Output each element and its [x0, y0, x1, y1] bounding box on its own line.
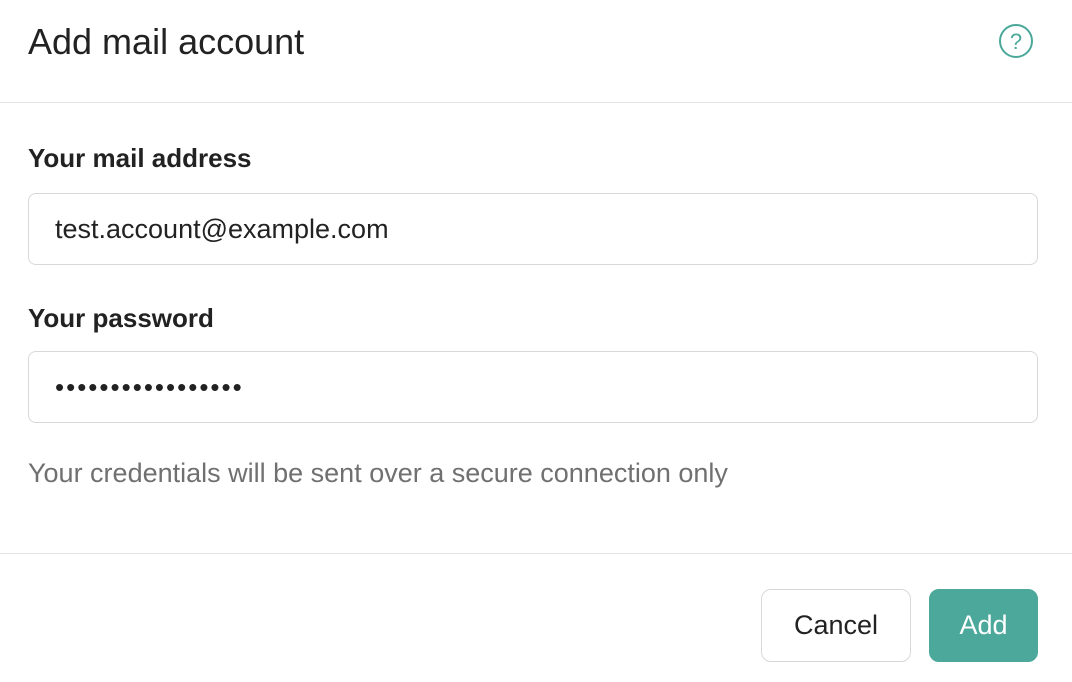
dialog-title: Add mail account	[28, 21, 305, 62]
dialog-header: Add mail account ?	[0, 0, 1072, 103]
help-icon[interactable]: ?	[999, 24, 1033, 58]
email-label: Your mail address	[28, 143, 252, 173]
email-field[interactable]	[28, 193, 1038, 265]
add-button[interactable]: Add	[929, 589, 1038, 662]
add-mail-account-dialog: Add mail account ? Your mail address You…	[0, 0, 1072, 682]
footer-divider	[0, 553, 1072, 554]
cancel-button[interactable]: Cancel	[761, 589, 911, 662]
security-hint: Your credentials will be sent over a sec…	[28, 458, 728, 488]
password-field[interactable]	[28, 351, 1038, 423]
password-label: Your password	[28, 303, 214, 333]
